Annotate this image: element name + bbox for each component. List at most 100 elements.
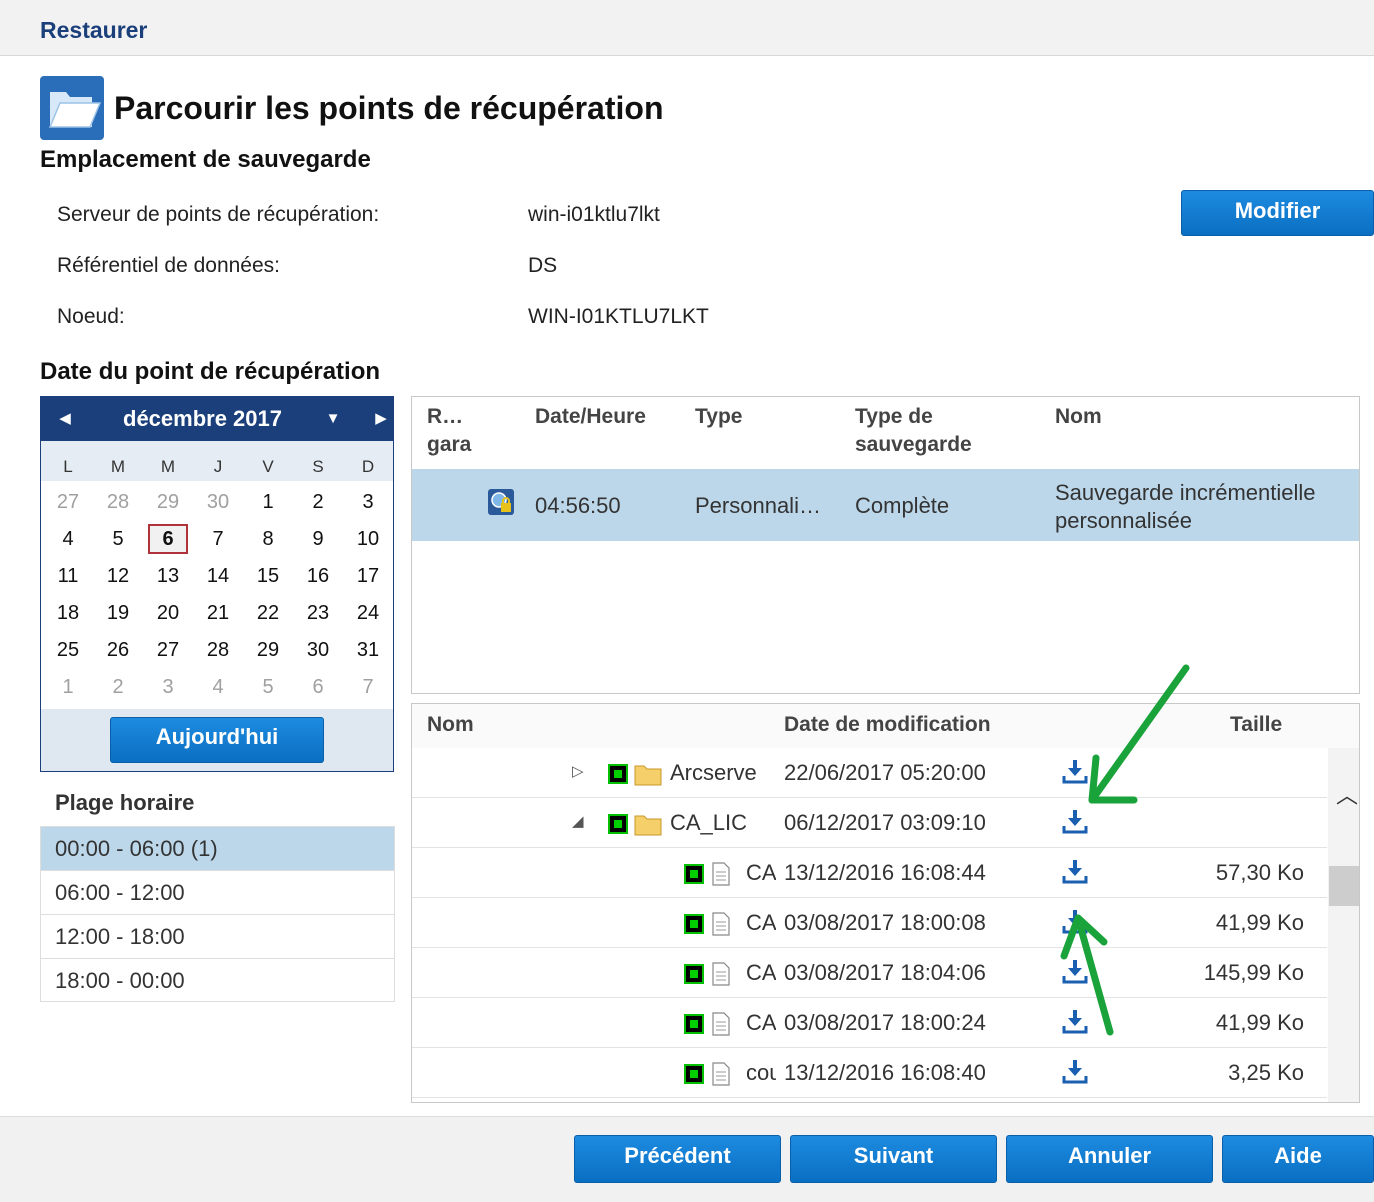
calendar-day[interactable]: 30 [198,487,238,517]
recovery-points-table: R… gara Date/Heure Type Type de sauvegar… [411,396,1360,694]
calendar-month[interactable]: décembre 2017 [123,406,282,432]
file-scrollbar[interactable]: ︿ [1328,748,1359,1102]
file-col-size[interactable]: Taille [1230,713,1282,737]
file-row[interactable]: CAre 03/08/2017 18:00:24 41,99 Ko [412,998,1327,1048]
calendar-day[interactable]: 25 [48,635,88,665]
expand-icon[interactable]: ▷ [572,762,584,780]
col-header-r[interactable]: R… gara [427,403,471,459]
time-range-item[interactable]: 06:00 - 12:00 [41,871,394,915]
calendar-day[interactable]: 9 [298,524,338,554]
time-range-item[interactable]: 12:00 - 18:00 [41,915,394,959]
calendar-day[interactable]: 30 [298,635,338,665]
file-row[interactable]: CALi 03/08/2017 18:00:08 41,99 Ko [412,898,1327,948]
col-header-name[interactable]: Nom [1055,403,1102,431]
calendar-day[interactable]: 16 [298,561,338,591]
help-button[interactable]: Aide [1222,1135,1374,1183]
file-col-name[interactable]: Nom [427,713,474,737]
calendar-day[interactable]: 6 [298,672,338,702]
file-size: 57,30 Ko [1215,860,1304,885]
calendar-day[interactable]: 3 [148,672,188,702]
file-row[interactable]: CA Li 13/12/2016 16:08:44 57,30 Ko [412,848,1327,898]
calendar-day[interactable]: 28 [198,635,238,665]
calendar-day[interactable]: 29 [148,487,188,517]
calendar-day[interactable]: 29 [248,635,288,665]
file-checkbox[interactable] [608,764,628,784]
rps-server-label: Serveur de points de récupération: [57,203,380,226]
download-icon[interactable] [1062,858,1088,886]
download-icon[interactable] [1062,1058,1088,1086]
calendar-day[interactable]: 26 [98,635,138,665]
file-checkbox[interactable] [684,964,704,984]
calendar-day[interactable]: 17 [348,561,388,591]
recovery-point-type: Personnali… [695,493,821,518]
file-checkbox[interactable] [684,864,704,884]
col-header-backup-type[interactable]: Type de sauvegarde [855,403,972,459]
calendar-day[interactable]: 13 [148,561,188,591]
download-icon[interactable] [1062,958,1088,986]
file-row[interactable]: CAmi 03/08/2017 18:04:06 145,99 Ko [412,948,1327,998]
col-header-type[interactable]: Type [695,403,742,431]
calendar-day[interactable]: 11 [48,561,88,591]
download-icon[interactable] [1062,808,1088,836]
calendar-day[interactable]: 27 [48,487,88,517]
col-header-backup-type-line1: Type de [855,405,933,428]
file-row[interactable]: ▷ Arcserve 22/06/2017 05:20:00 [412,748,1327,798]
file-row[interactable]: count 13/12/2016 16:08:40 3,25 Ko [412,1048,1327,1098]
previous-button[interactable]: Précédent [574,1135,781,1183]
calendar-day[interactable]: 18 [48,598,88,628]
calendar-day[interactable]: 21 [198,598,238,628]
calendar-day[interactable]: 23 [298,598,338,628]
recovery-point-row[interactable]: 04:56:50 Personnali… Complète Sauvegarde… [412,469,1359,541]
cancel-button[interactable]: Annuler [1006,1135,1213,1183]
calendar-day[interactable]: 15 [248,561,288,591]
time-range-item[interactable]: 00:00 - 06:00 (1) [41,827,394,871]
calendar-day[interactable]: 5 [248,672,288,702]
scroll-up-icon[interactable]: ︿ [1336,778,1358,810]
calendar-day[interactable]: 1 [48,672,88,702]
calendar-day[interactable]: 4 [48,524,88,554]
file-modified: 13/12/2016 16:08:44 [784,860,986,885]
calendar-day[interactable]: 20 [148,598,188,628]
calendar-day[interactable]: 6 [148,524,188,554]
calendar-day[interactable]: 2 [298,487,338,517]
calendar-day[interactable]: 12 [98,561,138,591]
download-icon[interactable] [1062,908,1088,936]
month-dropdown-icon[interactable]: ▼ [323,409,343,429]
calendar-day[interactable]: 27 [148,635,188,665]
calendar-day[interactable]: 19 [98,598,138,628]
calendar-day[interactable]: 31 [348,635,388,665]
file-col-modified[interactable]: Date de modification [784,713,991,737]
download-icon[interactable] [1062,758,1088,786]
calendar-day[interactable]: 14 [198,561,238,591]
calendar-day[interactable]: 4 [198,672,238,702]
calendar-day[interactable]: 5 [98,524,138,554]
weekday-label: M [110,457,126,476]
modify-button[interactable]: Modifier [1181,190,1374,236]
collapse-icon[interactable]: ◢ [572,812,584,830]
calendar-day[interactable]: 28 [98,487,138,517]
file-checkbox[interactable] [684,1014,704,1034]
col-header-datetime[interactable]: Date/Heure [535,403,646,431]
time-range-item[interactable]: 18:00 - 00:00 [41,959,394,1003]
calendar-day[interactable]: 7 [348,672,388,702]
file-checkbox[interactable] [684,1064,704,1084]
weekday-label: L [63,457,73,476]
scroll-thumb[interactable] [1329,866,1359,906]
today-button[interactable]: Aujourd'hui [110,717,324,763]
calendar-day[interactable]: 7 [198,524,238,554]
file-row[interactable]: ◢ CA_LIC 06/12/2017 03:09:10 [412,798,1327,848]
calendar-day[interactable]: 3 [348,487,388,517]
download-icon[interactable] [1062,1008,1088,1036]
next-month-icon[interactable]: ▶ [371,409,391,429]
next-button[interactable]: Suivant [790,1135,997,1183]
file-checkbox[interactable] [608,814,628,834]
file-checkbox[interactable] [684,914,704,934]
calendar-day[interactable]: 2 [98,672,138,702]
prev-month-icon[interactable]: ◀ [55,409,75,429]
weekday-label: V [262,457,274,476]
calendar-day[interactable]: 22 [248,598,288,628]
calendar-day[interactable]: 8 [248,524,288,554]
calendar-day[interactable]: 1 [248,487,288,517]
calendar-day[interactable]: 10 [348,524,388,554]
calendar-day[interactable]: 24 [348,598,388,628]
